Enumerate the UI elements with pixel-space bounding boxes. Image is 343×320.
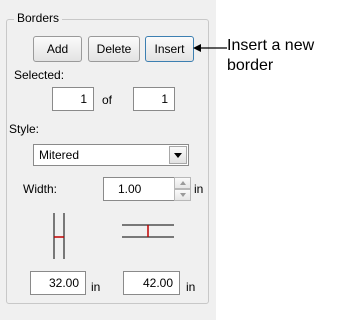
width-field[interactable]: 1.00	[103, 177, 175, 201]
width-unit-label: in	[194, 182, 204, 196]
borders-group-title: Borders	[14, 9, 63, 27]
vertical-unit-label: in	[91, 280, 101, 294]
horizontal-size-field[interactable]: 42.00	[123, 271, 180, 295]
dropdown-arrow-button[interactable]	[169, 146, 187, 164]
horizontal-dimension-icon	[122, 224, 174, 238]
borders-panel: Borders Add Delete Insert Selected: 1 of…	[0, 0, 216, 320]
horizontal-unit-label: in	[186, 280, 196, 294]
spin-down-icon[interactable]	[174, 189, 191, 201]
style-label: Style:	[9, 122, 40, 136]
callout-line-1: Insert a new	[227, 37, 315, 54]
insert-button[interactable]: Insert	[145, 36, 194, 62]
vertical-dimension-icon	[53, 213, 65, 259]
width-spinner[interactable]	[174, 177, 191, 201]
add-button[interactable]: Add	[33, 36, 82, 62]
selected-current-field[interactable]: 1	[52, 87, 94, 111]
width-label: Width:	[23, 182, 58, 196]
selected-total-field: 1	[133, 87, 175, 111]
callout-annotation: Insert a new border	[227, 36, 314, 76]
chevron-down-icon	[174, 153, 182, 158]
spin-up-icon[interactable]	[174, 177, 191, 189]
delete-button[interactable]: Delete	[88, 36, 140, 62]
vertical-size-field[interactable]: 32.00	[30, 271, 86, 295]
callout-line-2: border	[227, 57, 274, 74]
style-dropdown[interactable]: Mitered	[33, 144, 189, 166]
selected-label: Selected:	[14, 68, 65, 82]
style-dropdown-value: Mitered	[39, 148, 80, 162]
of-label: of	[102, 93, 113, 107]
